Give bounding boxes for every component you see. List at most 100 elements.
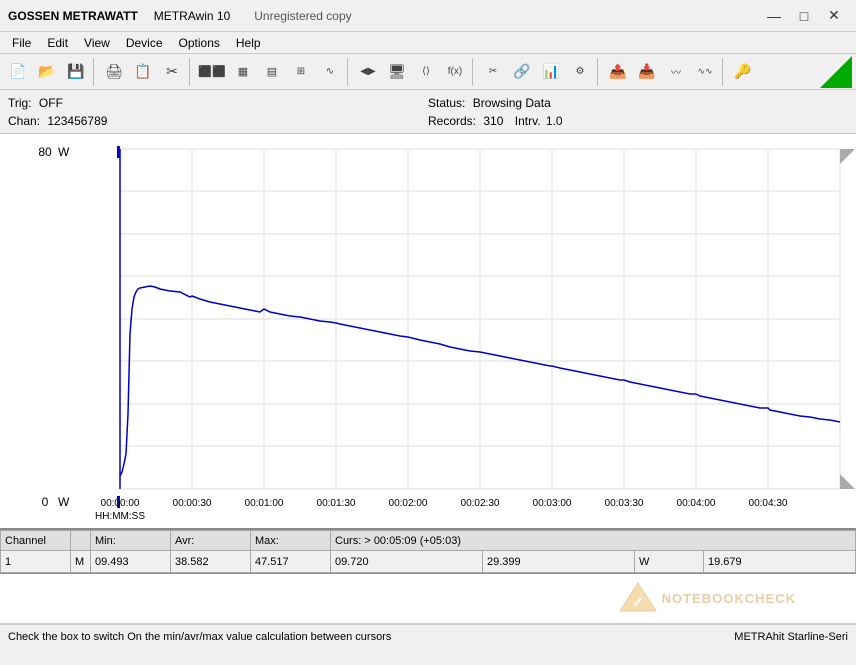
toolbar-btn13[interactable]: 🖥 bbox=[383, 58, 411, 86]
toolbar-btn9[interactable]: ▤ bbox=[258, 58, 286, 86]
chart-svg-wrapper: 80 W 0 W bbox=[0, 134, 856, 528]
green-corner bbox=[820, 56, 852, 88]
svg-text:00:03:00: 00:03:00 bbox=[533, 498, 572, 509]
toolbar-open[interactable]: 📂 bbox=[33, 58, 61, 86]
toolbar-btn15[interactable]: f(x) bbox=[441, 58, 469, 86]
toolbar-btn7[interactable]: ⬛⬛ bbox=[196, 58, 228, 86]
svg-text:00:01:30: 00:01:30 bbox=[317, 498, 356, 509]
menu-file[interactable]: File bbox=[4, 34, 39, 52]
trig-value: OFF bbox=[39, 96, 63, 110]
chan-row: Chan: 123456789 bbox=[8, 112, 428, 130]
title-bar-controls: — □ ✕ bbox=[760, 4, 848, 28]
toolbar-btn17[interactable]: 🔗 bbox=[508, 58, 536, 86]
toolbar-btn20[interactable]: 📤 bbox=[604, 58, 632, 86]
toolbar-btn14[interactable]: ⟨⟩ bbox=[412, 58, 440, 86]
menu-options[interactable]: Options bbox=[171, 34, 228, 52]
col-header-channel: Channel bbox=[1, 531, 71, 551]
toolbar-sep1 bbox=[93, 58, 97, 86]
cell-avr: 38.582 bbox=[171, 551, 251, 573]
cell-unit: W bbox=[634, 551, 703, 573]
info-bar: Trig: OFF Chan: 123456789 Status: Browsi… bbox=[0, 90, 856, 134]
col-header-min: Min: bbox=[91, 531, 171, 551]
toolbar-btn23[interactable]: ∿∿ bbox=[691, 58, 719, 86]
app-name: METRAwin 10 bbox=[154, 9, 230, 23]
toolbar-btn16[interactable]: ✂ bbox=[479, 58, 507, 86]
cell-curs3: 19.679 bbox=[704, 551, 856, 573]
watermark-area: ✓ NOTEBOOKCHECK bbox=[0, 574, 856, 624]
cell-curs1: 09.720 bbox=[331, 551, 483, 573]
svg-text:W: W bbox=[58, 145, 70, 159]
toolbar-sep3 bbox=[347, 58, 351, 86]
menu-help[interactable]: Help bbox=[228, 34, 269, 52]
toolbar-btn24[interactable]: 🔑 bbox=[729, 58, 757, 86]
toolbar-btn4[interactable]: 🖨 bbox=[100, 58, 128, 86]
measurements-table: Channel Min: Avr: Max: Curs: > 00:05:09 … bbox=[0, 530, 856, 573]
data-table: Channel Min: Avr: Max: Curs: > 00:05:09 … bbox=[0, 529, 856, 574]
unregistered-label: Unregistered copy bbox=[254, 9, 351, 23]
svg-text:00:02:30: 00:02:30 bbox=[461, 498, 500, 509]
cell-channel: 1 bbox=[1, 551, 71, 573]
toolbar-btn5[interactable]: 📋 bbox=[129, 58, 157, 86]
maximize-button[interactable]: □ bbox=[790, 4, 818, 28]
toolbar-sep4 bbox=[472, 58, 476, 86]
toolbar-sep2 bbox=[189, 58, 193, 86]
toolbar-save[interactable]: 💾 bbox=[62, 58, 90, 86]
trig-label: Trig: bbox=[8, 96, 32, 110]
toolbar-sep5 bbox=[597, 58, 601, 86]
cell-curs2: 29.399 bbox=[482, 551, 634, 573]
status-device: METRAhit Starline-Seri bbox=[734, 631, 848, 643]
toolbar-btn12[interactable]: ◀▶ bbox=[354, 58, 382, 86]
col-header-avr: Avr: bbox=[171, 531, 251, 551]
svg-text:✓: ✓ bbox=[632, 594, 644, 610]
intrv-value: 1.0 bbox=[546, 114, 563, 128]
svg-text:W: W bbox=[58, 495, 70, 509]
trig-row: Trig: OFF bbox=[8, 94, 428, 112]
toolbar-btn8[interactable]: ▦ bbox=[229, 58, 257, 86]
menu-bar: File Edit View Device Options Help bbox=[0, 32, 856, 54]
records-label: Records: bbox=[428, 114, 476, 128]
status-value: Browsing Data bbox=[473, 96, 551, 110]
cell-min: 09.493 bbox=[91, 551, 171, 573]
menu-edit[interactable]: Edit bbox=[39, 34, 76, 52]
status-message: Check the box to switch On the min/avr/m… bbox=[8, 631, 391, 643]
menu-device[interactable]: Device bbox=[118, 34, 171, 52]
main-content: 80 W 0 W bbox=[0, 134, 856, 529]
col-header-curs: Curs: > 00:05:09 (+05:03) bbox=[331, 531, 856, 551]
info-right: Status: Browsing Data Records: 310 Intrv… bbox=[428, 94, 848, 130]
col-header-max: Max: bbox=[251, 531, 331, 551]
toolbar-btn22[interactable]: 〰 bbox=[662, 58, 690, 86]
status-label: Status: bbox=[428, 96, 465, 110]
svg-text:00:04:30: 00:04:30 bbox=[749, 498, 788, 509]
status-row: Status: Browsing Data bbox=[428, 94, 848, 112]
chart-container[interactable]: 80 W 0 W bbox=[0, 134, 856, 529]
toolbar-btn21[interactable]: 📥 bbox=[633, 58, 661, 86]
svg-text:HH:MM:SS: HH:MM:SS bbox=[95, 511, 145, 522]
svg-text:00:03:30: 00:03:30 bbox=[605, 498, 644, 509]
svg-text:0: 0 bbox=[42, 495, 49, 509]
toolbar-btn6[interactable]: ✂ bbox=[158, 58, 186, 86]
minimize-button[interactable]: — bbox=[760, 4, 788, 28]
watermark: ✓ NOTEBOOKCHECK bbox=[618, 581, 796, 616]
toolbar-btn19[interactable]: ⚙ bbox=[566, 58, 594, 86]
toolbar-btn11[interactable]: ∿ bbox=[316, 58, 344, 86]
toolbar-btn18[interactable]: 📊 bbox=[537, 58, 565, 86]
svg-text:00:04:00: 00:04:00 bbox=[677, 498, 716, 509]
svg-text:00:00:30: 00:00:30 bbox=[173, 498, 212, 509]
records-row: Records: 310 Intrv. 1.0 bbox=[428, 112, 848, 130]
toolbar-new[interactable]: 📄 bbox=[4, 58, 32, 86]
records-value: 310 bbox=[483, 114, 503, 128]
chan-label: Chan: bbox=[8, 114, 40, 128]
chan-value: 123456789 bbox=[47, 114, 107, 128]
title-bar-left: GOSSEN METRAWATT METRAwin 10 Unregistere… bbox=[8, 9, 352, 23]
close-button[interactable]: ✕ bbox=[820, 4, 848, 28]
svg-text:00:00:00: 00:00:00 bbox=[101, 498, 140, 509]
col-header-chk bbox=[71, 531, 91, 551]
toolbar-btn10[interactable]: ⊞ bbox=[287, 58, 315, 86]
app-logo: GOSSEN METRAWATT bbox=[8, 9, 138, 23]
menu-view[interactable]: View bbox=[76, 34, 118, 52]
title-bar: GOSSEN METRAWATT METRAwin 10 Unregistere… bbox=[0, 0, 856, 32]
cell-marker: M bbox=[71, 551, 91, 573]
toolbar: 📄 📂 💾 🖨 📋 ✂ ⬛⬛ ▦ ▤ ⊞ ∿ ◀▶ 🖥 ⟨⟩ f(x) ✂ 🔗 … bbox=[0, 54, 856, 90]
intrv-label: Intrv. bbox=[515, 114, 541, 128]
svg-text:80: 80 bbox=[38, 145, 52, 159]
